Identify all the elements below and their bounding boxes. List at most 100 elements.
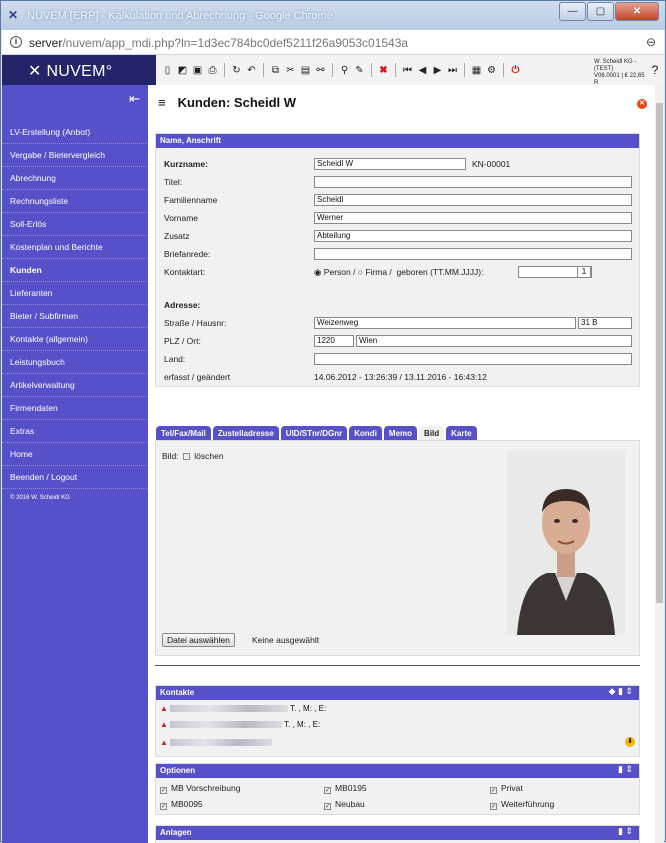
paste-icon[interactable]: ▤ bbox=[300, 65, 311, 76]
next-record-icon[interactable]: ▶ bbox=[432, 65, 443, 76]
tab-2[interactable]: UID/STnr/DGnr bbox=[280, 426, 348, 441]
search-icon[interactable]: ⚲ bbox=[339, 65, 350, 76]
refresh-icon[interactable]: ↻ bbox=[231, 65, 242, 76]
first-record-icon[interactable]: ⏮ bbox=[402, 65, 413, 76]
delete-icon[interactable]: ✖ bbox=[378, 65, 389, 76]
last-record-icon[interactable]: ⏭ bbox=[447, 65, 458, 76]
adresse-label: Adresse: bbox=[164, 300, 201, 310]
land-input[interactable] bbox=[314, 353, 632, 365]
calendar-button[interactable]: 1 bbox=[577, 266, 591, 278]
zusatz-input[interactable]: Abteilung bbox=[314, 230, 632, 242]
minimize-button[interactable]: — bbox=[559, 2, 586, 21]
optionen-actions-icon[interactable]: ▮ ⇕ bbox=[618, 764, 633, 775]
section-heading: Anlagen bbox=[156, 826, 639, 840]
strasse-input[interactable]: Weizenweg bbox=[314, 317, 576, 329]
briefanrede-input[interactable] bbox=[314, 248, 632, 260]
titel-input[interactable] bbox=[314, 176, 632, 188]
previous-record-icon[interactable]: ◀ bbox=[417, 65, 428, 76]
add-contact-icon[interactable]: ◆ ▮ ⇕ bbox=[609, 686, 633, 697]
help-button[interactable]: ? bbox=[646, 55, 664, 85]
bild-row: Bild: löschen bbox=[162, 451, 224, 461]
main-scrollbar[interactable] bbox=[655, 85, 664, 843]
option-weiterfuehrung[interactable]: ✓ Weiterführung bbox=[490, 799, 554, 810]
file-choose-button[interactable]: Datei auswählen bbox=[162, 633, 235, 647]
close-record-icon[interactable]: ✕ bbox=[637, 99, 647, 109]
window-title: NUVEM [ERP] - Kalkulation und Abrechnung… bbox=[27, 10, 333, 22]
zoom-icon[interactable]: ⊖ bbox=[646, 35, 656, 49]
close-window-button[interactable]: ✕ bbox=[615, 2, 659, 21]
contact-row-1[interactable]: ▲ T. , M: , E: bbox=[160, 702, 326, 716]
sidebar-item-10[interactable]: Leistungsbuch bbox=[2, 351, 148, 374]
firma-radio[interactable]: ○ bbox=[358, 267, 363, 277]
sidebar-item-12[interactable]: Firmendaten bbox=[2, 397, 148, 420]
tab-3[interactable]: Kondi bbox=[349, 426, 382, 441]
option-mb0095[interactable]: ✓ MB0095 bbox=[160, 799, 203, 810]
kurzname-label: Kurzname: bbox=[164, 159, 208, 169]
sidebar-item-8[interactable]: Bieter / Subfirmen bbox=[2, 305, 148, 328]
app-header: ✕ NUVEM° ▯ ◩ ▣ ⎙ ↻ ↶ ⧉ ✂ ▤ ⚯ ⚲ ✎ ✖ ⏮ ◀ ▶… bbox=[2, 55, 664, 86]
main-content: ≡ Kunden: Scheidl W ✕ Name, Anschrift Kur… bbox=[148, 85, 655, 843]
new-icon[interactable]: ▯ bbox=[162, 65, 173, 76]
anlagen-actions-icon[interactable]: ▮ ⇕ bbox=[618, 826, 633, 837]
maximize-button[interactable]: ▢ bbox=[587, 2, 614, 21]
sidebar-item-5[interactable]: Kostenplan und Berichte bbox=[2, 236, 148, 259]
familienname-input[interactable]: Scheidl bbox=[314, 194, 632, 206]
contact-row-2[interactable]: ▲ T. , M: , E: bbox=[160, 718, 320, 732]
url-text[interactable]: server/nuvem/app_mdi.php?ln=1d3ec784bc0d… bbox=[29, 36, 408, 50]
option-neubau[interactable]: ✓ Neubau bbox=[324, 799, 365, 810]
kontaktart-options: ◉ Person / ○ Firma / geboren (TT.MM.JJJJ… bbox=[314, 267, 484, 277]
brand-logo[interactable]: ✕ NUVEM° bbox=[28, 61, 112, 81]
sidebar-item-4[interactable]: Soll-Erlös bbox=[2, 213, 148, 236]
titel-label: Titel: bbox=[164, 177, 183, 187]
section-heading: Optionen bbox=[156, 764, 639, 778]
sidebar-item-14[interactable]: Home bbox=[2, 443, 148, 466]
edit-icon[interactable]: ✎ bbox=[354, 65, 365, 76]
tab-4[interactable]: Memo bbox=[383, 426, 418, 441]
undo-icon[interactable]: ↶ bbox=[246, 65, 257, 76]
option-privat[interactable]: ✓ Privat bbox=[490, 783, 523, 794]
sidebar-item-11[interactable]: Artikelverwaltung bbox=[2, 374, 148, 397]
collapse-sidebar-icon[interactable]: ⇤ bbox=[129, 91, 140, 107]
sidebar-item-13[interactable]: Extras bbox=[2, 420, 148, 443]
download-icon[interactable]: ⬇ bbox=[625, 737, 635, 747]
cut-icon[interactable]: ✂ bbox=[285, 65, 296, 76]
sidebar-item-6[interactable]: Kunden bbox=[2, 259, 148, 282]
file-status: Keine ausgewählt bbox=[252, 635, 320, 645]
ort-input[interactable]: Wien bbox=[356, 335, 632, 347]
info-icon[interactable]: i bbox=[10, 36, 22, 48]
plz-input[interactable]: 1220 bbox=[314, 335, 354, 347]
settings-icon[interactable]: ⚙ bbox=[486, 65, 497, 76]
copy-icon[interactable]: ⧉ bbox=[270, 65, 281, 76]
sidebar-item-0[interactable]: LV-Erstellung (Anbot) bbox=[2, 121, 148, 144]
sidebar-item-15[interactable]: Beenden / Logout bbox=[2, 466, 148, 489]
person-radio[interactable]: ◉ bbox=[314, 267, 321, 277]
contact-person-icon: ▲ bbox=[160, 704, 168, 713]
sidebar-item-1[interactable]: Vergabe / Bietervergleich bbox=[2, 144, 148, 167]
sidebar: ⇤ LV-Erstellung (Anbot) Vergabe / Bieterv… bbox=[2, 85, 148, 843]
power-icon[interactable]: ⏻ bbox=[510, 65, 521, 76]
save-icon[interactable]: ▣ bbox=[192, 65, 203, 76]
tab-5[interactable]: Bild bbox=[419, 426, 445, 441]
find-replace-icon[interactable]: ⚯ bbox=[315, 65, 326, 76]
loeschen-checkbox[interactable] bbox=[183, 453, 191, 460]
open-icon[interactable]: ◩ bbox=[177, 65, 188, 76]
option-mb-vorschreibung[interactable]: ✓ MB Vorschreibung bbox=[160, 783, 240, 794]
sidebar-item-7[interactable]: Lieferanten bbox=[2, 282, 148, 305]
tab-6[interactable]: Karte bbox=[446, 426, 477, 441]
print-icon[interactable]: ⎙ bbox=[207, 65, 218, 76]
vorname-input[interactable]: Werner bbox=[314, 212, 632, 224]
sidebar-item-9[interactable]: Kontakte (allgemein) bbox=[2, 328, 148, 351]
contact-row-3[interactable]: ▲ bbox=[160, 736, 274, 750]
menu-icon[interactable]: ≡ bbox=[158, 95, 166, 110]
sidebar-item-2[interactable]: Abrechnung bbox=[2, 167, 148, 190]
sidebar-item-3[interactable]: Rechnungsliste bbox=[2, 190, 148, 213]
tab-0[interactable]: Tel/Fax/Mail bbox=[156, 426, 211, 441]
kurzname-input[interactable]: Scheidl W bbox=[314, 158, 466, 170]
name-address-section: Name, Anschrift Kurzname: Scheidl W KN-0… bbox=[155, 133, 640, 387]
address-bar[interactable]: i server/nuvem/app_mdi.php?ln=1d3ec784bc… bbox=[2, 30, 664, 55]
tab-1[interactable]: Zustelladresse bbox=[212, 426, 279, 441]
hausnr-input[interactable]: 31 B bbox=[578, 317, 632, 329]
option-mb0195[interactable]: ✓ MB0195 bbox=[324, 783, 367, 794]
export-icon[interactable]: ▦ bbox=[471, 65, 482, 76]
erfasst-value: 14.06.2012 - 13:26:39 / 13.11.2016 - 16:… bbox=[314, 372, 487, 382]
